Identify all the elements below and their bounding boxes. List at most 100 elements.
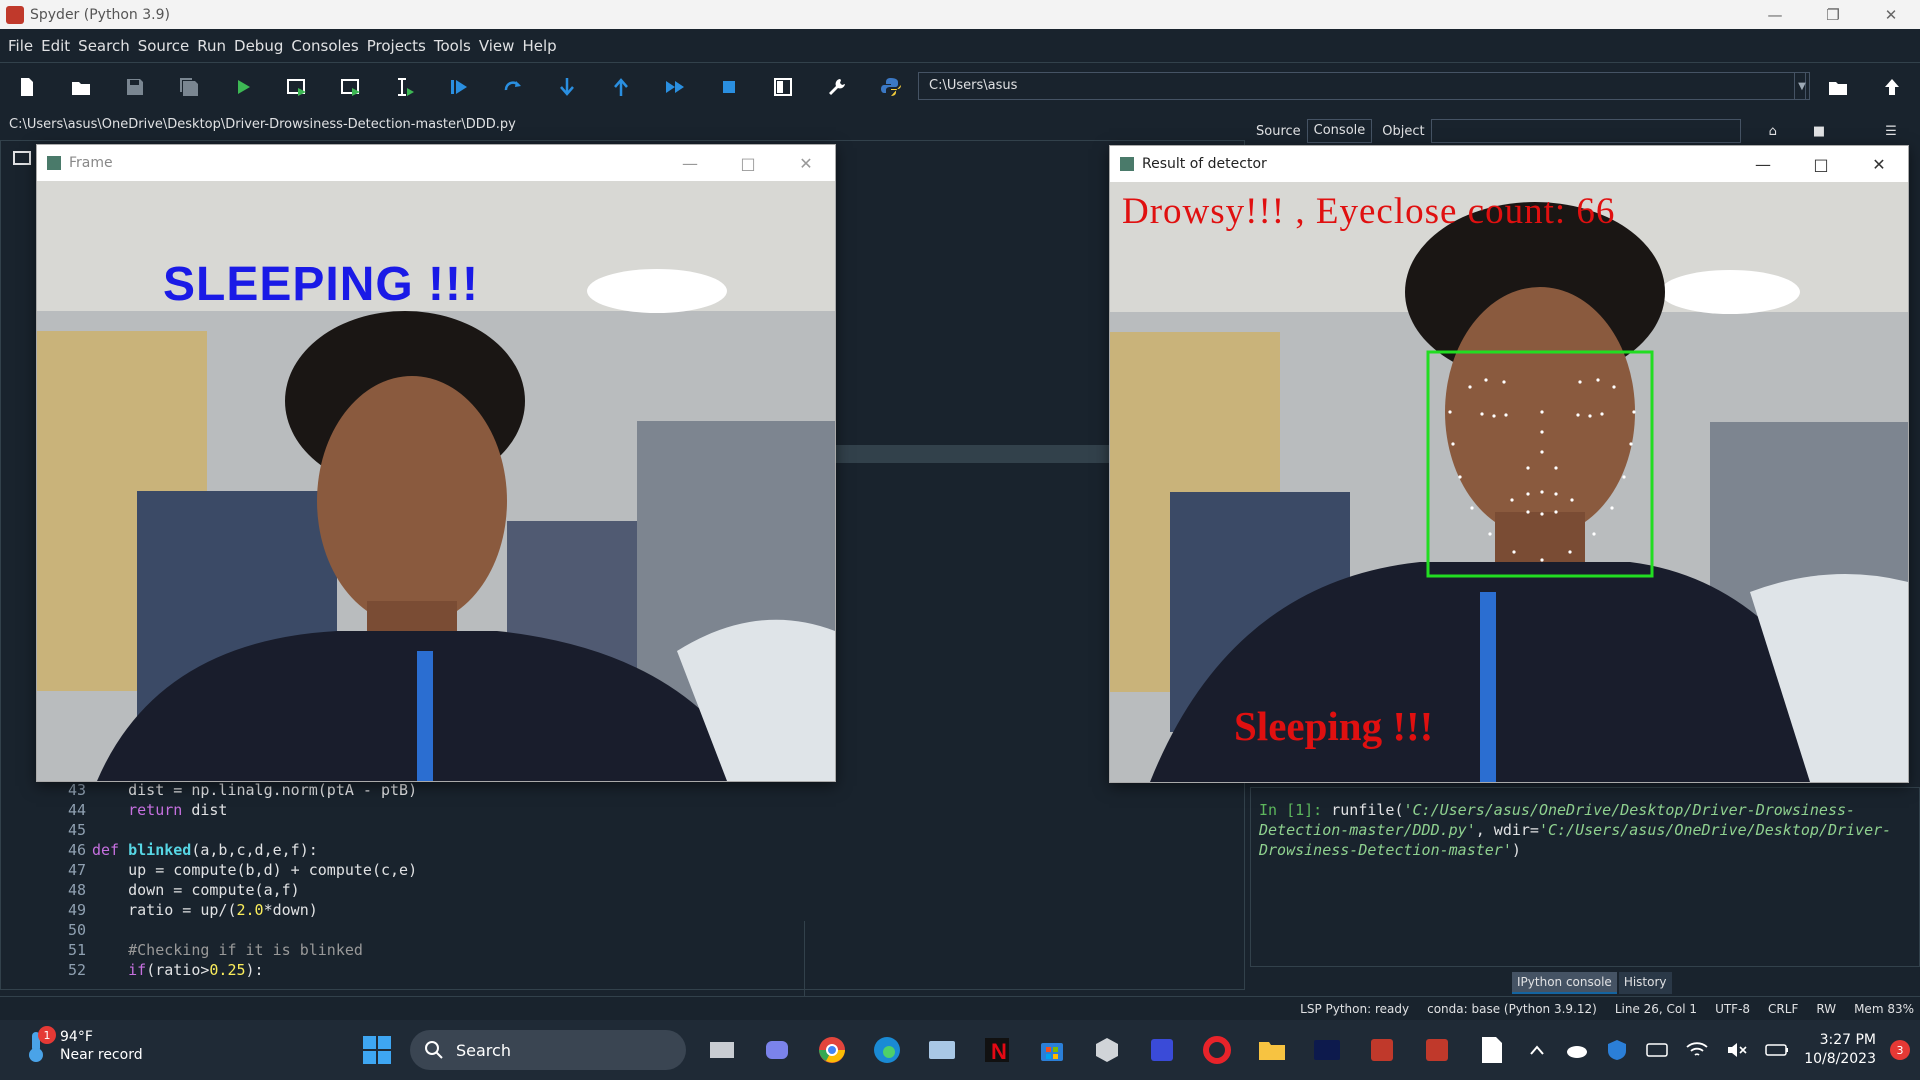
detector-window[interactable]: Result of detector — □ ✕ Drowsy!!! , Eye… [1109, 145, 1909, 783]
menu-tools[interactable]: Tools [434, 37, 471, 55]
frame-window-titlebar[interactable]: Frame — □ ✕ [37, 145, 835, 181]
code-line[interactable]: down = compute(a,f) [92, 880, 417, 900]
save-button[interactable] [108, 67, 162, 107]
menu-run[interactable]: Run [197, 37, 226, 55]
keyboard-icon[interactable] [1640, 1033, 1674, 1067]
ipython-console[interactable]: In [1]: runfile('C:/Users/asus/OneDrive/… [1250, 787, 1920, 967]
line-number: 50 [67, 921, 86, 939]
run-button[interactable] [216, 67, 270, 107]
minimize-button[interactable]: — [1746, 0, 1804, 29]
unity-icon[interactable] [1085, 1028, 1129, 1072]
chevron-up-icon[interactable] [1520, 1033, 1554, 1067]
frame-window[interactable]: Frame — □ ✕ SLEEPING !!! [36, 144, 836, 782]
open-file-button[interactable] [54, 67, 108, 107]
detector-maximize-button[interactable]: □ [1792, 146, 1850, 182]
code-line[interactable] [92, 820, 417, 840]
menu-projects[interactable]: Projects [367, 37, 426, 55]
close-button[interactable]: ✕ [1862, 0, 1920, 29]
weather-widget[interactable]: 1 94°F Near record [24, 1026, 143, 1064]
menu-file[interactable]: File [8, 37, 33, 55]
detector-window-titlebar[interactable]: Result of detector — □ ✕ [1110, 146, 1908, 182]
python-path-button[interactable] [864, 67, 918, 107]
tab-history[interactable]: History [1618, 972, 1672, 994]
run-cell-advance-button[interactable] [324, 67, 378, 107]
maximize-pane-button[interactable] [756, 67, 810, 107]
code-line[interactable]: dist = np.linalg.norm(ptA - ptB) [92, 780, 417, 800]
preferences-button[interactable] [810, 67, 864, 107]
battery-icon[interactable] [1760, 1033, 1794, 1067]
onedrive-icon[interactable] [1560, 1033, 1594, 1067]
step-into-button[interactable] [540, 67, 594, 107]
menu-help[interactable]: Help [522, 37, 556, 55]
frame-minimize-button[interactable]: — [661, 145, 719, 181]
menu-debug[interactable]: Debug [234, 37, 283, 55]
browse-directory-button[interactable] [1818, 67, 1858, 107]
menu-edit[interactable]: Edit [41, 37, 70, 55]
line-number: 43 [67, 781, 86, 799]
code-line[interactable]: return dist [92, 800, 417, 820]
pane-splitter[interactable] [835, 445, 1110, 463]
object-input[interactable] [1430, 119, 1741, 143]
menu-source[interactable]: Source [138, 37, 190, 55]
debug-button[interactable] [432, 67, 486, 107]
tab-ipython-console[interactable]: IPython console [1512, 972, 1617, 994]
continue-button[interactable] [648, 67, 702, 107]
source-select[interactable]: Console [1306, 119, 1373, 143]
code-line[interactable]: def blinked(a,b,c,d,e,f): [92, 840, 417, 860]
keyboard-app-icon[interactable] [920, 1028, 964, 1072]
new-file-button[interactable] [0, 67, 54, 107]
step-over-button[interactable] [486, 67, 540, 107]
save-all-button[interactable] [162, 67, 216, 107]
frame-maximize-button[interactable]: □ [719, 145, 777, 181]
run-cell-advance-icon [341, 79, 360, 96]
stop-button[interactable] [702, 67, 756, 107]
code-lines[interactable]: dist = np.linalg.norm(ptA - ptB) return … [92, 780, 417, 980]
code-line[interactable]: if(ratio>0.25): [92, 960, 417, 980]
spyder-taskbar-icon[interactable] [1360, 1028, 1404, 1072]
clock[interactable]: 3:27 PM 10/8/2023 [1804, 1031, 1876, 1069]
code-line[interactable]: up = compute(b,d) + compute(c,e) [92, 860, 417, 880]
opera-icon[interactable] [1195, 1028, 1239, 1072]
microsoft-store-icon[interactable] [1030, 1028, 1074, 1072]
start-button[interactable] [355, 1028, 399, 1072]
code-line[interactable]: #Checking if it is blinked [92, 940, 417, 960]
parent-directory-button[interactable] [1872, 67, 1912, 107]
working-directory-dropdown[interactable]: ▼ [1794, 72, 1810, 100]
detector-minimize-button[interactable]: — [1734, 146, 1792, 182]
chrome-icon[interactable] [810, 1028, 854, 1072]
code-line[interactable] [92, 920, 417, 940]
weather-alert-badge: 1 [38, 1026, 56, 1044]
notification-badge[interactable]: 3 [1890, 1040, 1910, 1060]
working-directory-input[interactable]: C:\Users\asus [918, 72, 1806, 100]
disney-plus-icon[interactable] [1305, 1028, 1349, 1072]
notepad-icon[interactable] [1470, 1028, 1514, 1072]
run-selection-button[interactable] [378, 67, 432, 107]
menu-consoles[interactable]: Consoles [291, 37, 358, 55]
frame-close-button[interactable]: ✕ [777, 145, 835, 181]
file-explorer-icon[interactable] [1250, 1028, 1294, 1072]
menu-view[interactable]: View [479, 37, 515, 55]
eol-status: CRLF [1768, 1001, 1799, 1016]
lock-icon[interactable]: ■ [1813, 124, 1825, 139]
netflix-icon[interactable]: N [975, 1028, 1019, 1072]
spyder-taskbar-icon-2[interactable] [1415, 1028, 1459, 1072]
run-cell-button[interactable] [270, 67, 324, 107]
detector-close-button[interactable]: ✕ [1850, 146, 1908, 182]
taskbar-search[interactable]: Search [410, 1030, 686, 1070]
wifi-icon[interactable] [1680, 1033, 1714, 1067]
editor-tab-icon[interactable] [13, 151, 31, 165]
volume-muted-icon[interactable] [1720, 1033, 1754, 1067]
task-view-icon[interactable] [700, 1028, 744, 1072]
options-menu-icon[interactable]: ☰ [1885, 124, 1897, 139]
code-line[interactable]: ratio = up/(2.0*down) [92, 900, 417, 920]
line-number: 46 [67, 841, 86, 859]
visual-studio-code-icon[interactable] [1140, 1028, 1184, 1072]
menu-search[interactable]: Search [78, 37, 130, 55]
restore-button[interactable]: ❐ [1804, 0, 1862, 29]
step-return-button[interactable] [594, 67, 648, 107]
security-shield-icon[interactable] [1600, 1033, 1634, 1067]
line-number: 47 [67, 861, 86, 879]
edge-icon[interactable] [865, 1028, 909, 1072]
home-icon[interactable]: ⌂ [1769, 124, 1777, 139]
teams-chat-icon[interactable] [755, 1028, 799, 1072]
